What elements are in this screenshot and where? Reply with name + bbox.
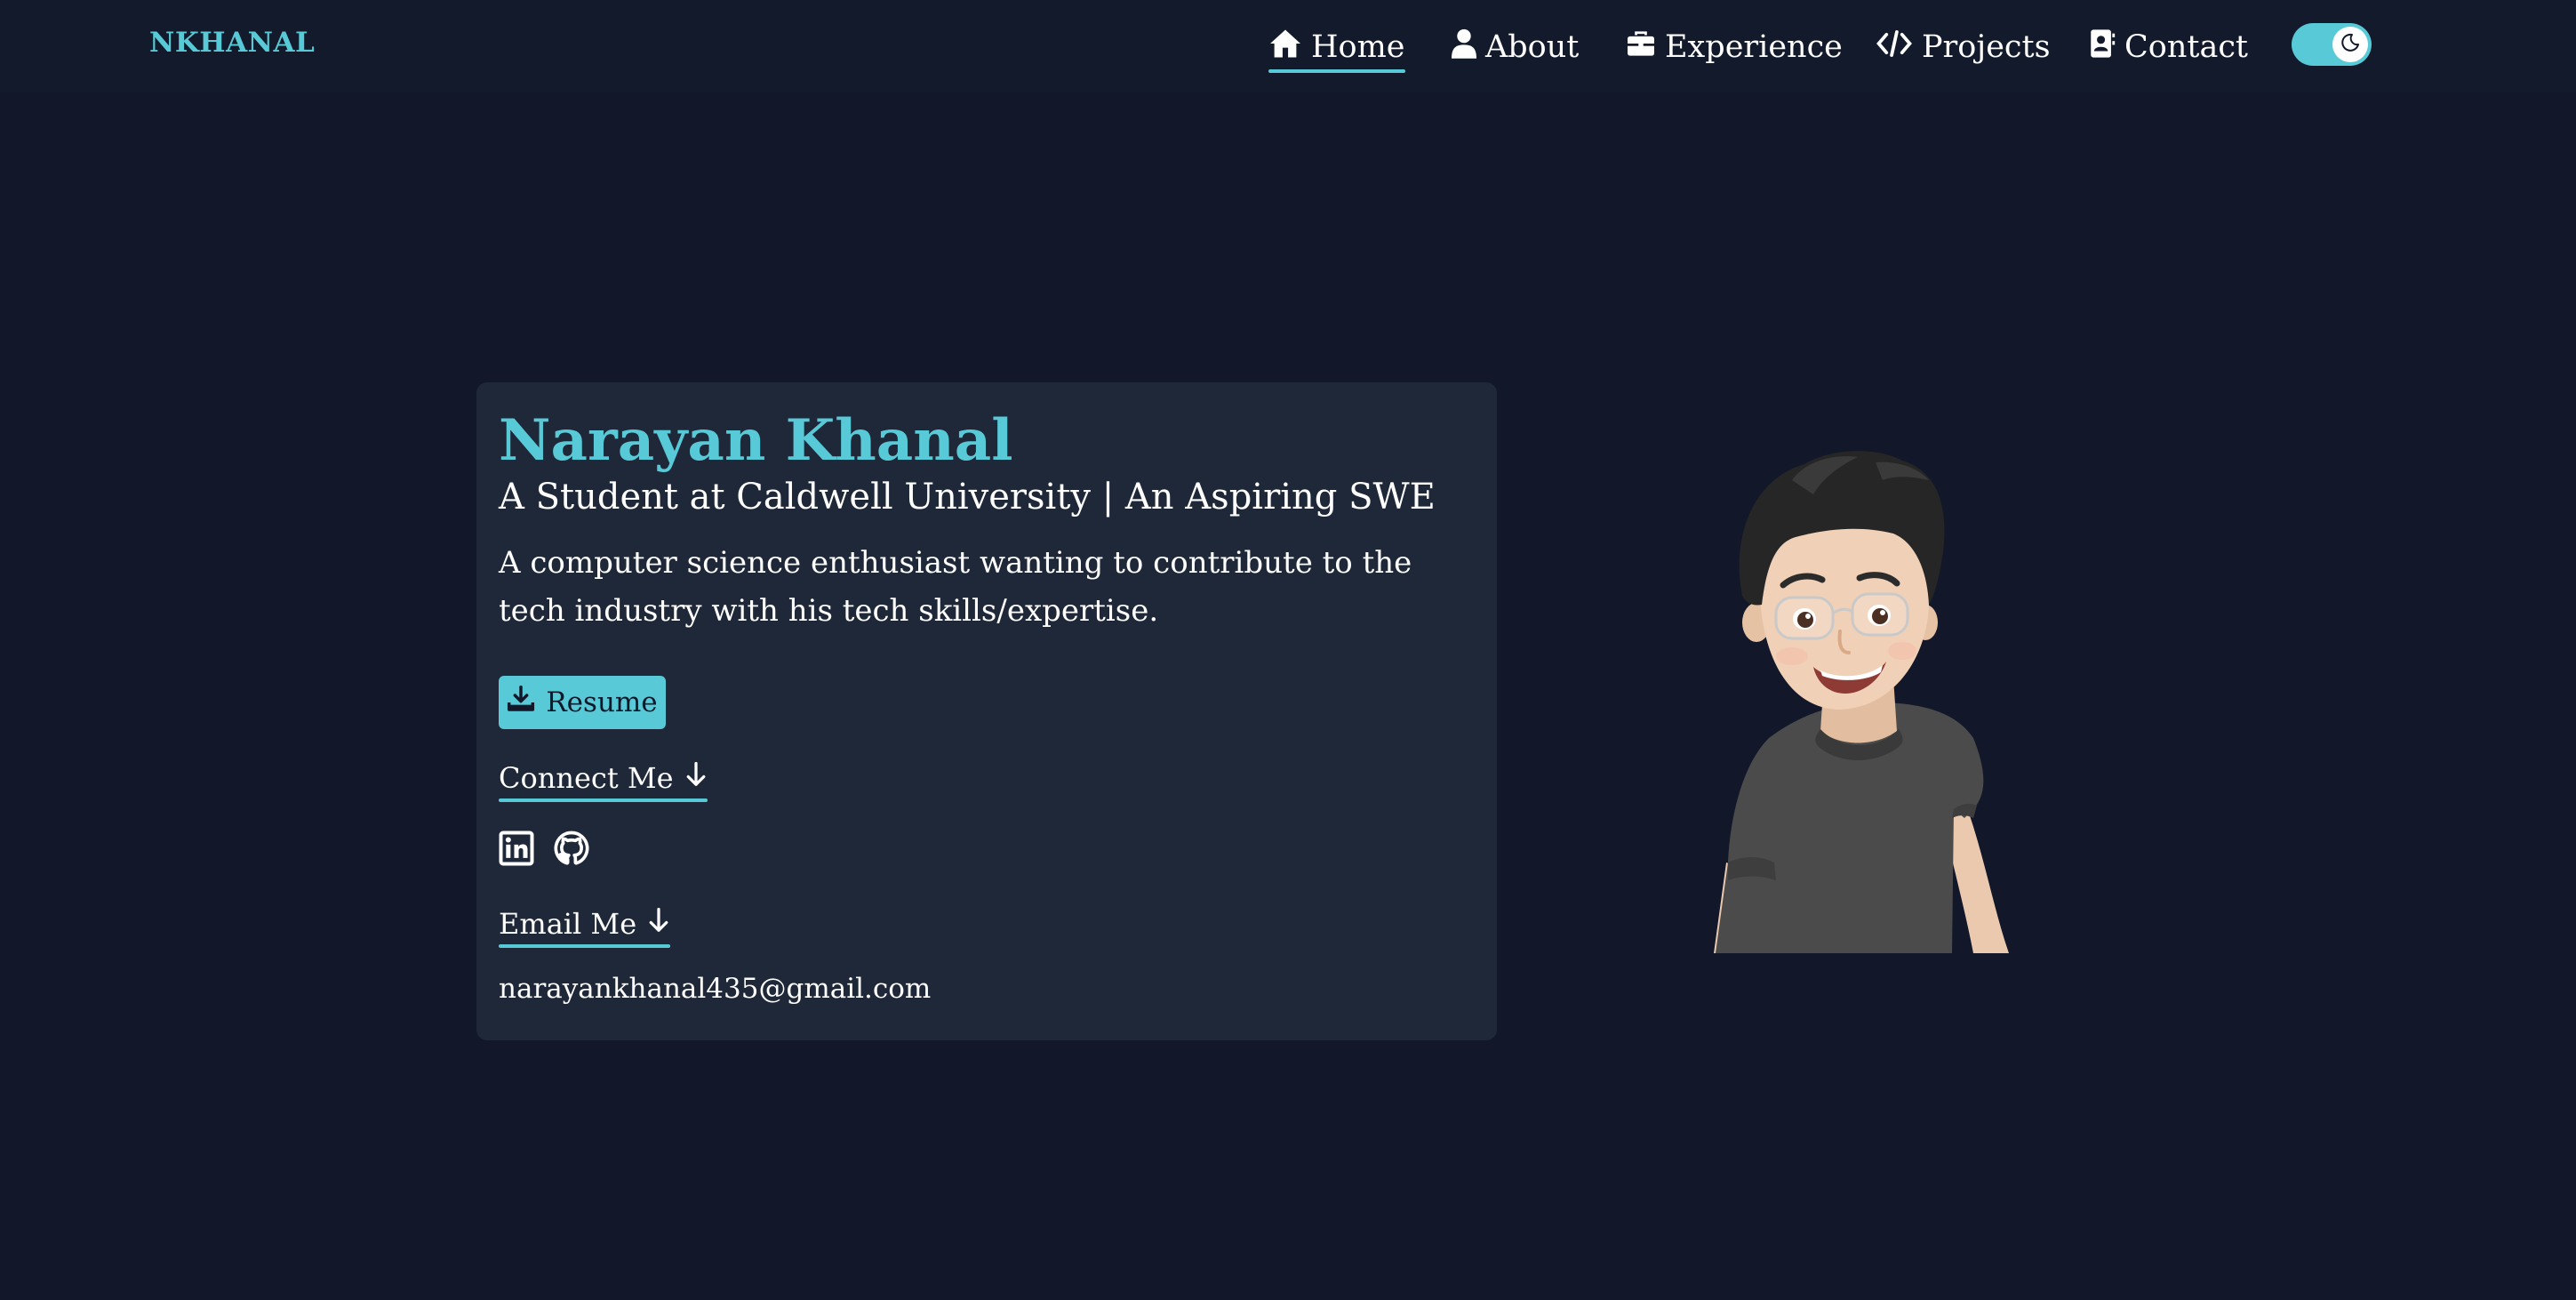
navbar: NKHANAL Home About Experience Projects C… <box>0 0 2576 92</box>
nav-item-about[interactable]: About <box>1452 21 1579 73</box>
email-heading-label: Email Me <box>499 907 637 941</box>
connect-heading: Connect Me <box>499 761 708 802</box>
connect-heading-label: Connect Me <box>499 761 674 795</box>
arrow-down-icon <box>684 761 708 795</box>
nav-label-home: Home <box>1311 29 1405 65</box>
nav-item-experience[interactable]: Experience <box>1626 21 1843 73</box>
nav-label-contact: Contact <box>2124 29 2248 65</box>
memoji-avatar <box>1707 445 2018 953</box>
contact-card-icon <box>2089 28 2116 67</box>
user-icon <box>1452 28 1476 67</box>
toggle-knob <box>2332 27 2368 62</box>
social-links <box>499 831 589 866</box>
download-icon <box>507 685 535 720</box>
theme-toggle[interactable] <box>2292 23 2372 66</box>
nav-item-projects[interactable]: Projects <box>1876 21 2051 73</box>
nav-item-home[interactable]: Home <box>1268 21 1405 73</box>
code-icon <box>1876 29 1913 66</box>
email-address[interactable]: narayankhanal435@gmail.com <box>499 973 931 1005</box>
brand-logo[interactable]: NKHANAL <box>149 27 315 59</box>
resume-label: Resume <box>546 686 658 718</box>
email-heading: Email Me <box>499 907 671 948</box>
moon-icon <box>2340 32 2361 57</box>
nav-label-projects: Projects <box>1922 29 2051 65</box>
nav-item-contact[interactable]: Contact <box>2089 21 2248 73</box>
linkedin-icon[interactable] <box>499 831 534 866</box>
briefcase-icon <box>1626 29 1656 65</box>
hero-card: Narayan Khanal A Student at Caldwell Uni… <box>476 382 1497 1040</box>
nav-label-about: About <box>1485 29 1580 65</box>
github-icon[interactable] <box>554 831 589 866</box>
arrow-down-icon <box>647 907 670 941</box>
hero-description: A computer science enthusiast wanting to… <box>499 545 1412 629</box>
hero-subtitle: A Student at Caldwell University | An As… <box>499 477 1436 518</box>
resume-button[interactable]: Resume <box>499 676 666 729</box>
nav-label-experience: Experience <box>1665 29 1843 65</box>
hero-name: Narayan Khanal <box>499 407 1013 474</box>
home-icon <box>1268 28 1302 67</box>
